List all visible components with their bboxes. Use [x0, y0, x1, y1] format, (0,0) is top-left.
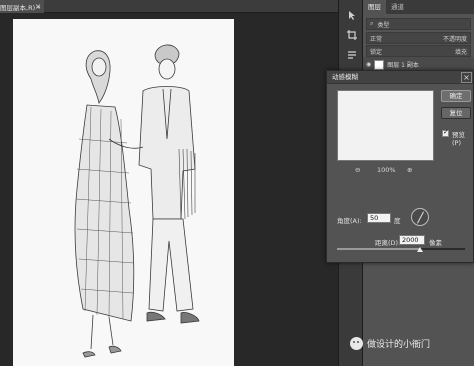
opacity-label: 不透明度 [442, 35, 467, 43]
motion-blur-dialog: 动感模糊 × 确定 复位 预览(P) ⊖ 100% ⊕ 角度(A): 50 度 … [326, 70, 474, 263]
watermark: 做设计的小衙门 [350, 334, 430, 352]
distance-slider-track[interactable] [337, 248, 465, 250]
angle-input[interactable]: 50 [367, 213, 391, 223]
wechat-icon [350, 336, 363, 350]
paragraph-icon[interactable] [343, 46, 360, 63]
lock-row: 锁定 填充 [366, 45, 471, 57]
close-icon[interactable]: × [461, 72, 472, 83]
search-icon: ⌕ [370, 20, 374, 27]
artboard[interactable] [13, 19, 234, 366]
panel-tabs: 图层 通道 [363, 0, 474, 14]
distance-unit: 像素 [429, 239, 442, 247]
blend-mode-select[interactable]: 正常 [370, 34, 382, 43]
preview-label: 预览(P) [452, 131, 465, 147]
angle-dial[interactable] [411, 208, 429, 226]
crop-icon[interactable] [343, 26, 360, 43]
reset-button[interactable]: 复位 [441, 107, 471, 119]
zoom-level: 100% [377, 166, 396, 174]
layer-filter-row[interactable]: ⌕ 类型 [366, 18, 471, 30]
preview-checkbox[interactable] [442, 128, 449, 137]
angle-unit: 度 [394, 217, 401, 225]
arrow-icon[interactable] [343, 6, 360, 23]
ok-button[interactable]: 确定 [441, 90, 471, 102]
layer-thumbnail [374, 59, 385, 70]
canvas-area[interactable] [0, 13, 338, 366]
lock-label: 锁定 [370, 48, 383, 56]
visibility-eye-icon[interactable]: ◉ [366, 61, 371, 68]
watermark-text: 做设计的小衙门 [367, 339, 431, 350]
fill-label: 填充 [454, 48, 467, 56]
distance-label: 距离(D): [375, 239, 401, 247]
distance-input[interactable]: 2000 [399, 235, 425, 245]
zoom-out-icon[interactable]: ⊖ [355, 166, 360, 174]
preview-area[interactable] [337, 90, 434, 161]
layer-filter-input[interactable]: 类型 [377, 20, 389, 29]
distance-slider-fill [337, 248, 421, 250]
tab-layers[interactable]: 图层 [363, 0, 386, 14]
pencil-sketch-image [74, 44, 200, 358]
tab-channels[interactable]: 通道 [386, 0, 409, 14]
document-tab-bar: 图层副本,R) * × [0, 0, 338, 13]
angle-label: 角度(A): [337, 217, 362, 225]
blend-mode-row[interactable]: 正常 不透明度 [366, 32, 471, 44]
dialog-title[interactable]: 动感模糊 [327, 71, 473, 84]
zoom-in-icon[interactable]: ⊕ [407, 166, 412, 174]
close-tab-icon[interactable]: × [33, 2, 43, 11]
distance-slider-thumb[interactable] [417, 247, 424, 252]
layer-name[interactable]: 图层 1 副本 [387, 60, 419, 69]
